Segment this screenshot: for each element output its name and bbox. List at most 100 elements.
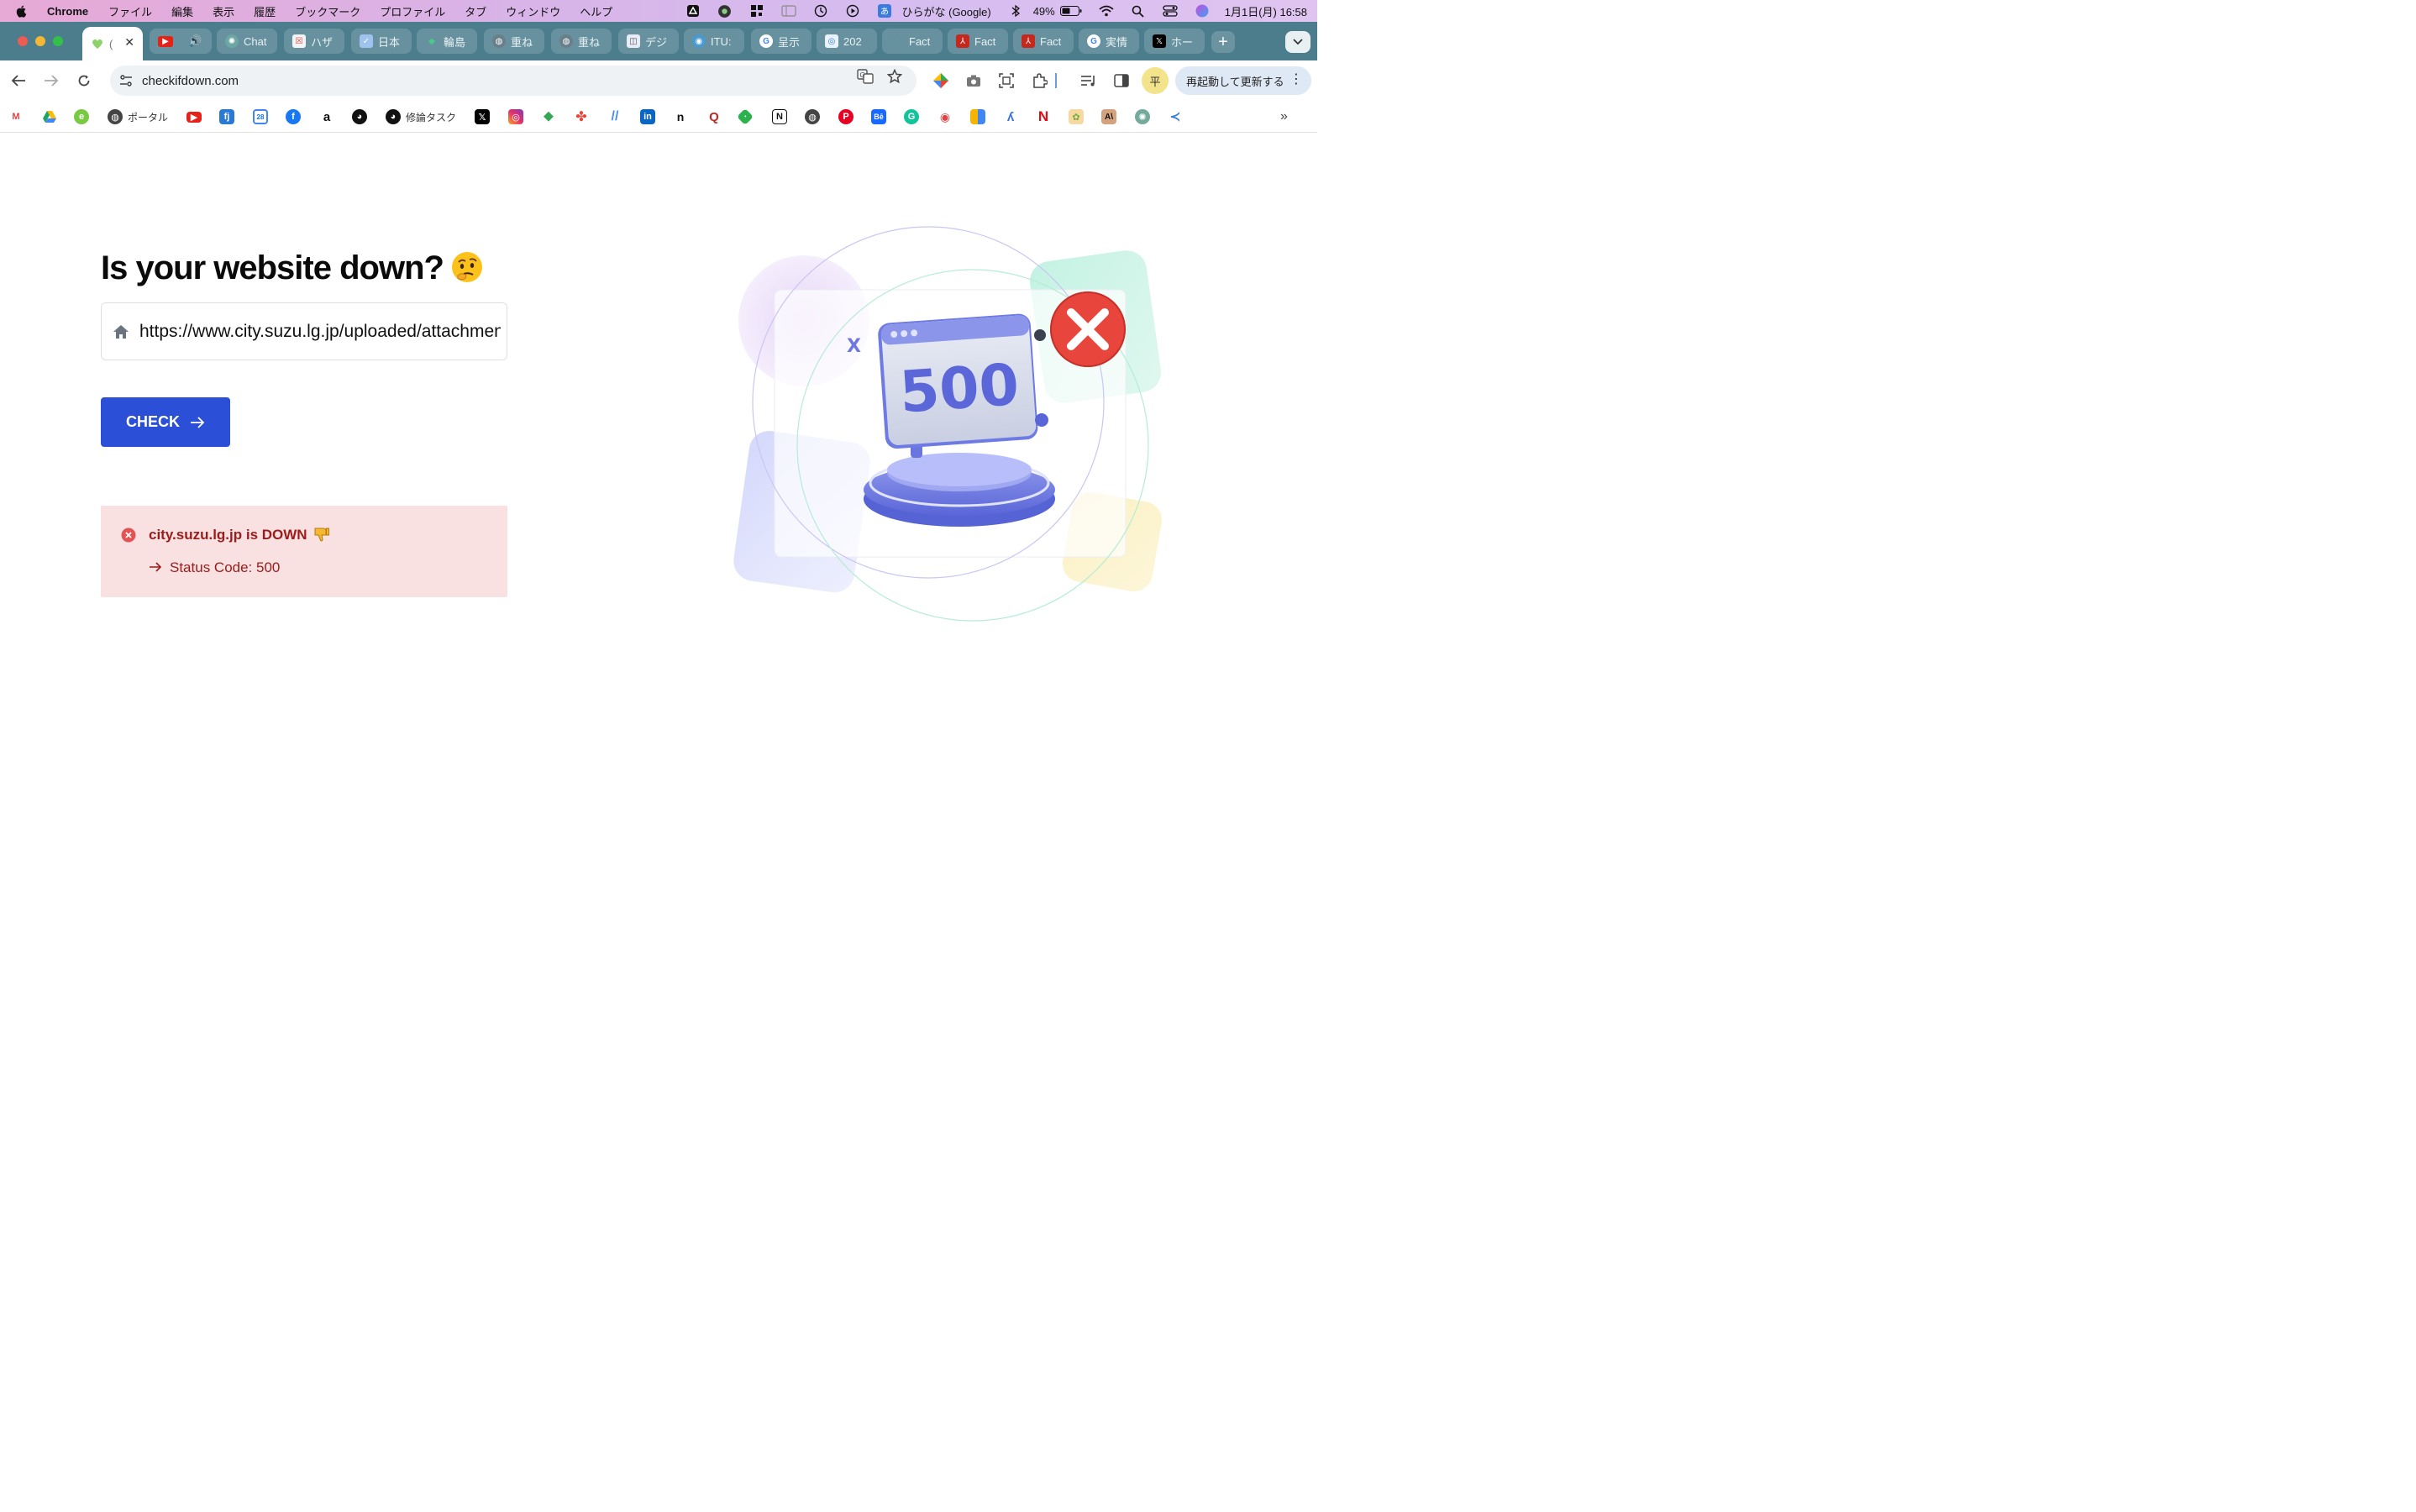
bluetooth-icon[interactable] xyxy=(1008,4,1023,18)
bookmark-item[interactable]: P xyxy=(838,108,853,125)
bookmark-item[interactable]: ◉ xyxy=(938,108,953,125)
bookmark-item[interactable]: Bē xyxy=(871,108,886,125)
tab-item[interactable]: ◆ 輪島 xyxy=(417,29,477,54)
bookmark-item[interactable]: ◍ xyxy=(805,108,820,125)
bookmark-item[interactable]: ⬥ xyxy=(541,108,556,125)
bookmark-item[interactable] xyxy=(42,108,57,125)
menu-file[interactable]: ファイル xyxy=(108,3,152,19)
tab-item[interactable]: ⅄ Fact xyxy=(948,29,1008,54)
new-tab-button[interactable]: + xyxy=(1211,31,1235,53)
back-button[interactable] xyxy=(8,71,29,91)
tab-item[interactable]: ✓ 日本 xyxy=(351,29,412,54)
url-input[interactable] xyxy=(139,321,501,342)
tab-item[interactable]: ◍ 重ね xyxy=(551,29,612,54)
menu-tab[interactable]: タブ xyxy=(465,3,486,19)
bookmark-item[interactable]: M xyxy=(8,108,24,125)
bookmark-item[interactable]: // xyxy=(607,108,622,125)
more-vert-icon[interactable]: ⋮ xyxy=(1289,73,1303,87)
play-status-icon[interactable] xyxy=(845,4,860,18)
input-method-label[interactable]: ひらがな (Google) xyxy=(902,3,991,19)
bookmark-item[interactable] xyxy=(970,108,985,125)
bookmark-item[interactable]: Q xyxy=(706,108,722,125)
bookmark-item[interactable]: ✤ xyxy=(574,108,589,125)
side-panel-icon[interactable] xyxy=(1112,71,1131,90)
menu-history[interactable]: 履歴 xyxy=(254,3,276,19)
tab-search-button[interactable] xyxy=(1285,31,1310,53)
bookmark-item[interactable]: N xyxy=(772,108,787,125)
tab-item[interactable]: ⅄ Fact xyxy=(1013,29,1074,54)
input-method-icon[interactable]: あ xyxy=(877,4,892,18)
bookmark-item[interactable]: ≺ xyxy=(1168,108,1183,125)
tab-close-icon[interactable]: ✕ xyxy=(124,35,134,50)
bookmark-item[interactable]: A\ xyxy=(1101,108,1116,125)
extensions-puzzle-icon[interactable] xyxy=(1031,71,1049,90)
qr-status-icon[interactable] xyxy=(749,4,764,18)
tab-item[interactable]: ☒ ハザ xyxy=(284,29,344,54)
forward-button[interactable] xyxy=(41,71,61,91)
bookmark-star-icon[interactable] xyxy=(885,67,904,86)
media-control-icon[interactable] xyxy=(1079,71,1098,90)
wifi-icon[interactable] xyxy=(1099,4,1114,18)
bookmark-item[interactable]: ◕ 修論タスク xyxy=(386,108,456,125)
bookmark-item[interactable]: fj xyxy=(219,108,234,125)
bookmark-item[interactable]: ◍ ポータル xyxy=(108,108,168,125)
restart-update-button[interactable]: 再起動して更新する ⋮ xyxy=(1175,66,1311,95)
apple-icon[interactable] xyxy=(15,4,29,18)
bookmark-item[interactable]: in xyxy=(640,108,655,125)
drive-status-icon[interactable] xyxy=(685,4,701,18)
bookmark-item[interactable]: n xyxy=(673,108,688,125)
bookmark-item[interactable]: N xyxy=(1036,108,1051,125)
tab-item[interactable]: G 呈示 xyxy=(751,29,811,54)
battery-icon[interactable] xyxy=(1059,4,1082,18)
window-close-button[interactable] xyxy=(18,36,28,46)
address-url[interactable]: checkifdown.com xyxy=(142,74,239,88)
tab-youtube[interactable]: ▶ 🔊 xyxy=(150,29,212,54)
bookmark-item[interactable]: 𝕏 xyxy=(475,108,490,125)
url-field[interactable] xyxy=(101,302,507,360)
menu-help[interactable]: ヘルプ xyxy=(580,3,612,19)
tab-item[interactable]: 𝕏 ホー xyxy=(1144,29,1205,54)
time-machine-icon[interactable] xyxy=(813,4,828,18)
menu-edit[interactable]: 編集 xyxy=(171,3,193,19)
window-minimize-button[interactable] xyxy=(35,36,45,46)
tab-active[interactable]: ( ✕ xyxy=(82,27,143,60)
tab-item[interactable]: ◍ 重ね xyxy=(484,29,544,54)
tab-item[interactable]: ◉ ITU: xyxy=(684,29,744,54)
tab-item[interactable]: ✺ Chat xyxy=(217,29,277,54)
bookmark-item[interactable]: a xyxy=(319,108,334,125)
bookmark-item[interactable]: e xyxy=(74,108,89,125)
profile-avatar[interactable]: 平 xyxy=(1142,67,1169,94)
bookmark-item[interactable]: ◕ xyxy=(352,108,367,125)
tab-item[interactable]: G 実情 xyxy=(1079,29,1139,54)
extension-diamond-icon[interactable] xyxy=(932,71,950,90)
tab-item[interactable]: ◎ 202 xyxy=(817,29,877,54)
bookmark-item[interactable]: ▶ xyxy=(186,108,202,125)
check-button[interactable]: CHECK xyxy=(101,397,230,447)
translate-icon[interactable]: G xyxy=(856,67,874,86)
menu-window[interactable]: ウィンドウ xyxy=(506,3,560,19)
spotlight-icon[interactable] xyxy=(1131,4,1146,18)
address-bar[interactable]: checkifdown.com xyxy=(110,66,917,96)
bookmark-item[interactable]: · xyxy=(737,108,754,125)
site-info-icon[interactable] xyxy=(117,71,135,90)
speaker-icon[interactable]: 🔊 xyxy=(188,34,202,48)
bookmark-item[interactable]: G xyxy=(904,108,919,125)
menu-bookmarks[interactable]: ブックマーク xyxy=(295,3,360,19)
sidebar-status-icon[interactable] xyxy=(780,4,796,18)
bookmark-item[interactable]: ✿ xyxy=(1069,108,1084,125)
menu-profile[interactable]: プロファイル xyxy=(380,3,445,19)
bookmark-item[interactable]: 28 xyxy=(253,108,268,125)
menu-view[interactable]: 表示 xyxy=(213,3,234,19)
tab-item[interactable]: ◌ Fact xyxy=(882,29,943,54)
window-zoom-button[interactable] xyxy=(53,36,63,46)
screenshot-icon[interactable] xyxy=(997,71,1016,90)
globe-status-icon[interactable] xyxy=(717,4,733,18)
bookmark-item[interactable]: f xyxy=(286,108,301,125)
reload-button[interactable] xyxy=(74,71,94,91)
menubar-clock[interactable]: 1月1日(月) 16:58 xyxy=(1225,3,1307,19)
siri-icon[interactable] xyxy=(1195,4,1210,18)
bookmark-item[interactable]: ʎ xyxy=(1003,108,1018,125)
camera-icon[interactable] xyxy=(964,71,983,90)
menu-app-name[interactable]: Chrome xyxy=(47,5,88,18)
bookmarks-overflow-button[interactable]: » xyxy=(1280,108,1288,125)
